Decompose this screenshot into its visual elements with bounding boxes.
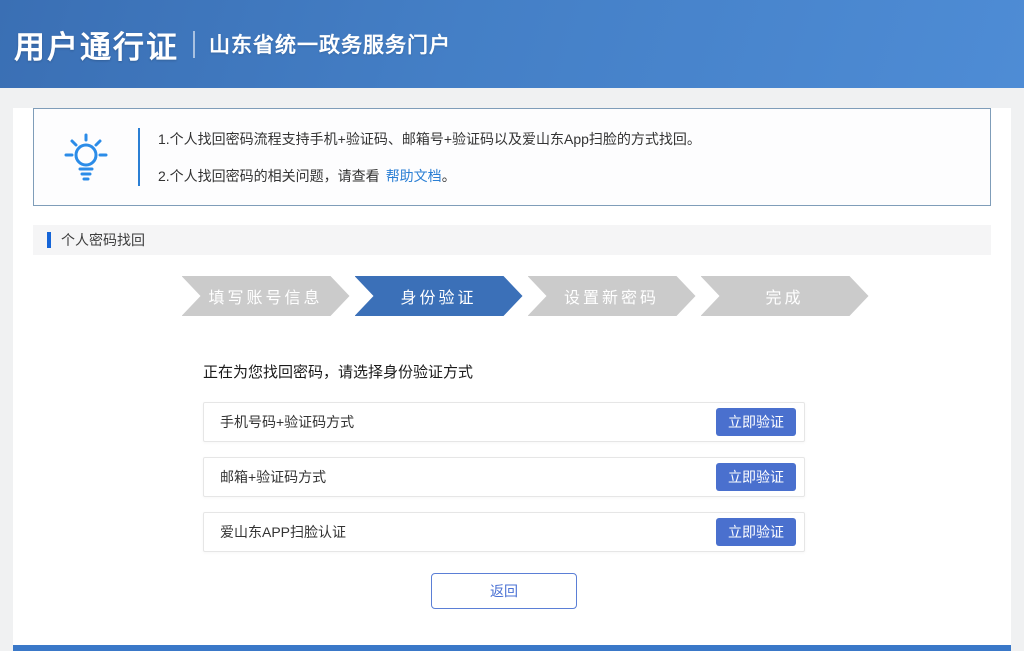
notice-box: 1.个人找回密码流程支持手机+验证码、邮箱号+验证码以及爱山东App扫脸的方式找… — [33, 108, 991, 206]
notice-line-2: 2.个人找回密码的相关问题，请查看帮助文档。 — [158, 166, 701, 186]
notice-line-1: 1.个人找回密码流程支持手机+验证码、邮箱号+验证码以及爱山东App扫脸的方式找… — [158, 129, 701, 149]
verify-now-button-email[interactable]: 立即验证 — [716, 463, 796, 491]
notice-text: 1.个人找回密码流程支持手机+验证码、邮箱号+验证码以及爱山东App扫脸的方式找… — [140, 129, 701, 186]
option-label-phone: 手机号码+验证码方式 — [220, 412, 716, 432]
content-card: 1.个人找回密码流程支持手机+验证码、邮箱号+验证码以及爱山东App扫脸的方式找… — [13, 108, 1011, 645]
footer-bar — [13, 645, 1011, 651]
portal-subtitle: 山东省统一政务服务门户 — [209, 29, 451, 59]
step-set-new-password: 设置新密码 — [528, 276, 696, 316]
option-row-phone: 手机号码+验证码方式 立即验证 — [203, 402, 805, 442]
step-fill-account-info: 填写账号信息 — [182, 276, 350, 316]
header-divider — [193, 31, 195, 58]
verify-now-button-phone[interactable]: 立即验证 — [716, 408, 796, 436]
verify-options: 正在为您找回密码，请选择身份验证方式 手机号码+验证码方式 立即验证 邮箱+验证… — [203, 361, 805, 609]
option-row-email: 邮箱+验证码方式 立即验证 — [203, 457, 805, 497]
notice-line-2-suffix: 。 — [442, 168, 456, 184]
lightbulb-icon — [34, 132, 138, 182]
section-accent-bar — [47, 232, 51, 248]
instruction-text: 正在为您找回密码，请选择身份验证方式 — [203, 361, 805, 382]
option-label-face-scan: 爱山东APP扫脸认证 — [220, 522, 716, 542]
notice-line-2-text: 2.个人找回密码的相关问题，请查看 — [158, 168, 380, 184]
section-title: 个人密码找回 — [61, 230, 145, 250]
app-title: 用户通行证 — [14, 22, 179, 67]
step-indicator: 填写账号信息 身份验证 设置新密码 完成 — [13, 276, 1011, 316]
step-identity-verification: 身份验证 — [355, 276, 523, 316]
verify-now-button-face-scan[interactable]: 立即验证 — [716, 518, 796, 546]
back-button[interactable]: 返回 — [431, 573, 577, 609]
header: 用户通行证 山东省统一政务服务门户 — [0, 0, 1024, 88]
step-complete: 完成 — [701, 276, 869, 316]
help-doc-link[interactable]: 帮助文档 — [386, 168, 442, 184]
page: 用户通行证 山东省统一政务服务门户 — [0, 0, 1024, 651]
section-title-strip: 个人密码找回 — [33, 225, 991, 255]
option-row-face-scan: 爱山东APP扫脸认证 立即验证 — [203, 512, 805, 552]
option-label-email: 邮箱+验证码方式 — [220, 467, 716, 487]
